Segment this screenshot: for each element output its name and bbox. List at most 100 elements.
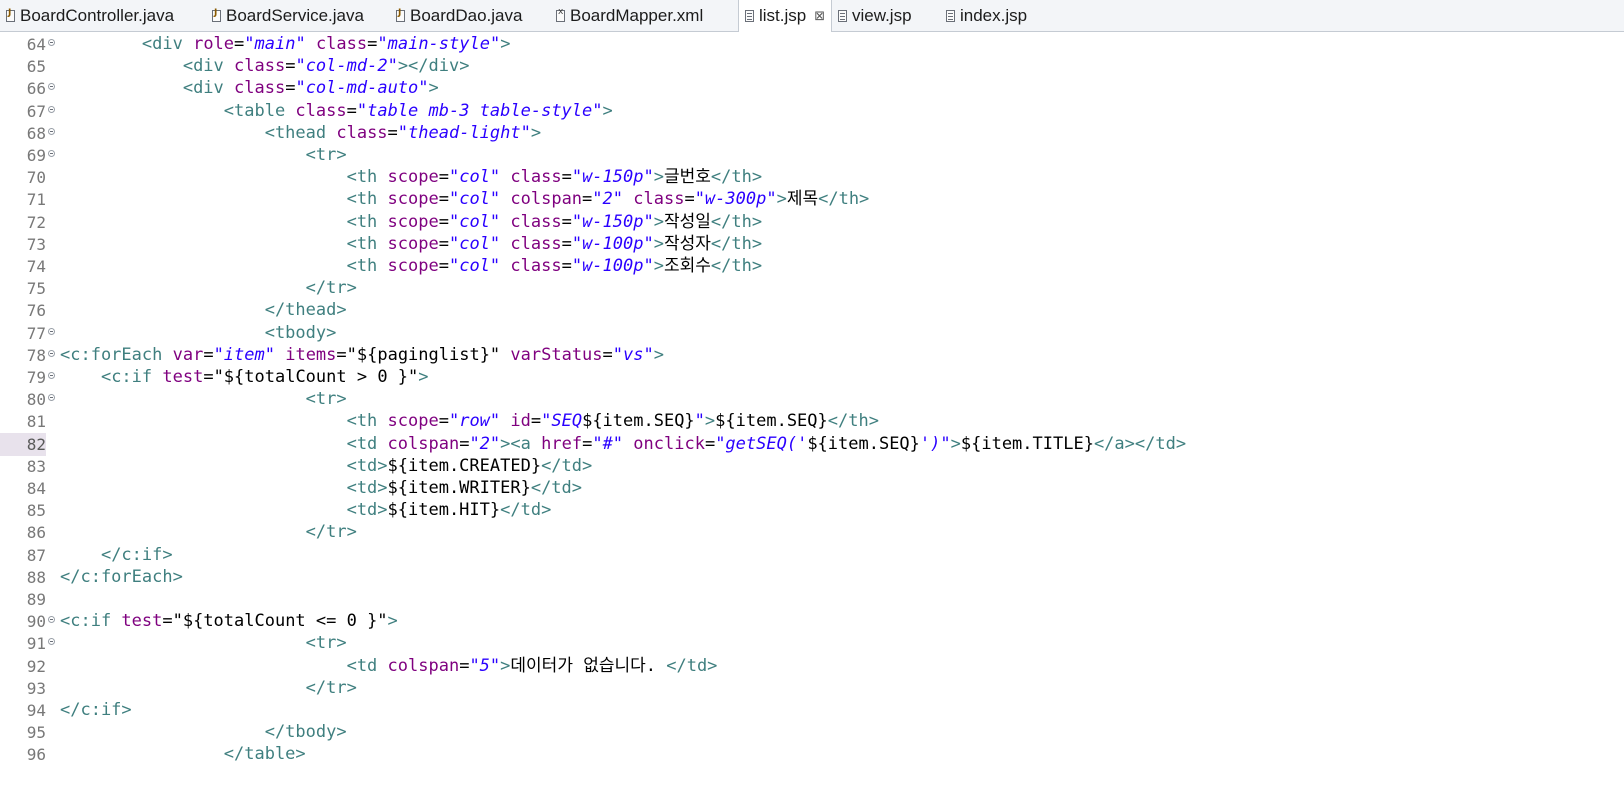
code-token: > (500, 34, 511, 54)
code-token: > (500, 433, 511, 454)
jsp-file-icon (745, 10, 754, 22)
code-text: </tr> (60, 521, 357, 544)
code-line[interactable]: 76 </thead> (0, 299, 1624, 322)
tab-boardcontroller-java[interactable]: BoardController.java (6, 0, 174, 31)
line-number: 67 (26, 101, 46, 121)
code-token: scope (387, 167, 439, 188)
code-line[interactable]: 81 <th scope="row" id="SEQ${item.SEQ}">$… (0, 410, 1624, 433)
tab-view-jsp[interactable]: view.jsp (838, 0, 912, 31)
code-token: <th (346, 189, 388, 210)
code-token: scope (387, 411, 439, 432)
close-icon[interactable]: ⊠ (814, 9, 825, 24)
code-line[interactable]: 88 </c:forEach> (0, 566, 1624, 589)
code-text: <td>${item.CREATED}</td> (60, 455, 593, 478)
code-line[interactable]: 73 <th scope="col" class="w-100p">작성자</t… (0, 233, 1624, 256)
tab-list-jsp[interactable]: list.jsp ⊠ (738, 0, 833, 32)
code-token: </c:forEach> (60, 566, 183, 587)
code-token: </tr> (305, 278, 357, 299)
code-line[interactable]: 64 <div role="main" class="main-style"> (0, 33, 1624, 56)
code-line[interactable]: 96 </table> (0, 743, 1624, 766)
code-token: "SEQ (541, 411, 583, 432)
code-line[interactable]: 82 <td colspan="2"><a href="#" onclick="… (0, 432, 1624, 456)
fold-toggle-icon[interactable] (48, 616, 55, 624)
line-number: 78 (26, 345, 46, 365)
tab-boarddao-java[interactable]: BoardDao.java (396, 0, 522, 31)
fold-toggle-icon[interactable] (48, 39, 55, 46)
tab-index-jsp[interactable]: index.jsp (946, 0, 1027, 31)
fold-toggle-icon[interactable] (48, 372, 55, 379)
code-token: = (561, 211, 572, 232)
code-token: = (582, 433, 593, 454)
code-token: = (602, 344, 613, 365)
code-token: ${item.TITLE} (960, 433, 1094, 454)
code-line[interactable]: 75 </tr> (0, 277, 1624, 300)
code-line[interactable]: 90 <c:if test="${totalCount <= 0 }"> (0, 610, 1624, 633)
line-number: 82 (0, 432, 46, 456)
code-line[interactable]: 86 </tr> (0, 521, 1624, 544)
jsp-file-icon (838, 9, 847, 22)
code-token: 제목 (786, 189, 819, 210)
code-token: class (500, 256, 562, 276)
code-token: "w-100p" (571, 233, 654, 254)
code-line[interactable]: 78 <c:forEach var="item" items="${pagingl… (0, 344, 1624, 367)
code-line[interactable]: 79 <c:if test="${totalCount > 0 }"> (0, 366, 1624, 389)
code-token: = (285, 78, 296, 99)
fold-toggle-icon[interactable] (48, 327, 55, 335)
line-number: 76 (26, 301, 46, 321)
code-line[interactable]: 83 <td>${item.CREATED}</td> (0, 455, 1624, 478)
tab-boardmapper-xml[interactable]: BoardMapper.xml (556, 0, 703, 31)
code-token: "col" (448, 189, 501, 210)
code-token: > (950, 433, 961, 454)
code-line[interactable]: 69 <tr> (0, 144, 1624, 167)
code-token: <td (346, 433, 388, 454)
code-line[interactable]: 77 <tbody> (0, 322, 1624, 345)
code-line[interactable]: 66 <div class="col-md-auto"> (0, 77, 1624, 100)
code-token: = (561, 233, 572, 254)
code-token: = (438, 211, 449, 232)
code-token: = (561, 167, 572, 188)
code-token: <td> (346, 478, 388, 498)
fold-toggle-icon[interactable] (48, 127, 55, 135)
code-line[interactable]: 87 </c:if> (0, 544, 1624, 567)
code-token: > (653, 256, 664, 276)
code-token: </c:if> (60, 700, 132, 720)
code-text: </table> (60, 743, 306, 766)
code-line[interactable]: 93 </tr> (0, 677, 1624, 700)
code-editor[interactable]: 64 <div role="main" class="main-style"> 6… (0, 33, 1624, 793)
code-line[interactable]: 95 </tbody> (0, 721, 1624, 744)
fold-toggle-icon[interactable] (48, 638, 55, 646)
code-line[interactable]: 72 <th scope="col" class="w-150p">작성일</t… (0, 211, 1624, 234)
tab-boardservice-java[interactable]: BoardService.java (212, 0, 364, 31)
code-line[interactable]: 84 <td>${item.WRITER}</td> (0, 477, 1624, 500)
code-line[interactable]: 67 <table class="table mb-3 table-style"… (0, 100, 1624, 123)
code-token: "main-style" (377, 34, 501, 54)
code-line[interactable]: 80 <tr> (0, 388, 1624, 411)
fold-toggle-icon[interactable] (48, 150, 55, 157)
code-token: > (428, 78, 439, 99)
code-line[interactable]: 71 <th scope="col" colspan="2" class="w-… (0, 188, 1624, 211)
code-line[interactable]: 89 (0, 588, 1624, 611)
code-token: colspan (500, 189, 583, 210)
code-line[interactable]: 94 </c:if> (0, 699, 1624, 722)
code-line[interactable]: 85 <td>${item.HIT}</td> (0, 499, 1624, 522)
code-token: test (162, 367, 204, 387)
code-text: </c:if> (60, 544, 173, 567)
line-number: 81 (26, 412, 46, 432)
code-line[interactable]: 92 <td colspan="5">데이터가 없습니다. </td> (0, 655, 1624, 678)
code-text: </tr> (60, 277, 357, 300)
code-line[interactable]: 91 <tr> (0, 632, 1624, 655)
fold-toggle-icon[interactable] (48, 394, 55, 402)
fold-toggle-icon[interactable] (48, 83, 55, 91)
code-token: role (193, 34, 235, 54)
code-line[interactable]: 65 <div class="col-md-2"></div> (0, 55, 1624, 78)
fold-toggle-icon[interactable] (48, 105, 55, 113)
fold-toggle-icon[interactable] (48, 349, 55, 357)
code-line[interactable]: 74 <th scope="col" class="w-100p">조회수</t… (0, 255, 1624, 278)
code-line[interactable]: 70 <th scope="col" class="w-150p">글번호</t… (0, 166, 1624, 189)
code-token: 작성자 (663, 233, 711, 254)
code-line[interactable]: 68 <thead class="thead-light"> (0, 122, 1624, 145)
